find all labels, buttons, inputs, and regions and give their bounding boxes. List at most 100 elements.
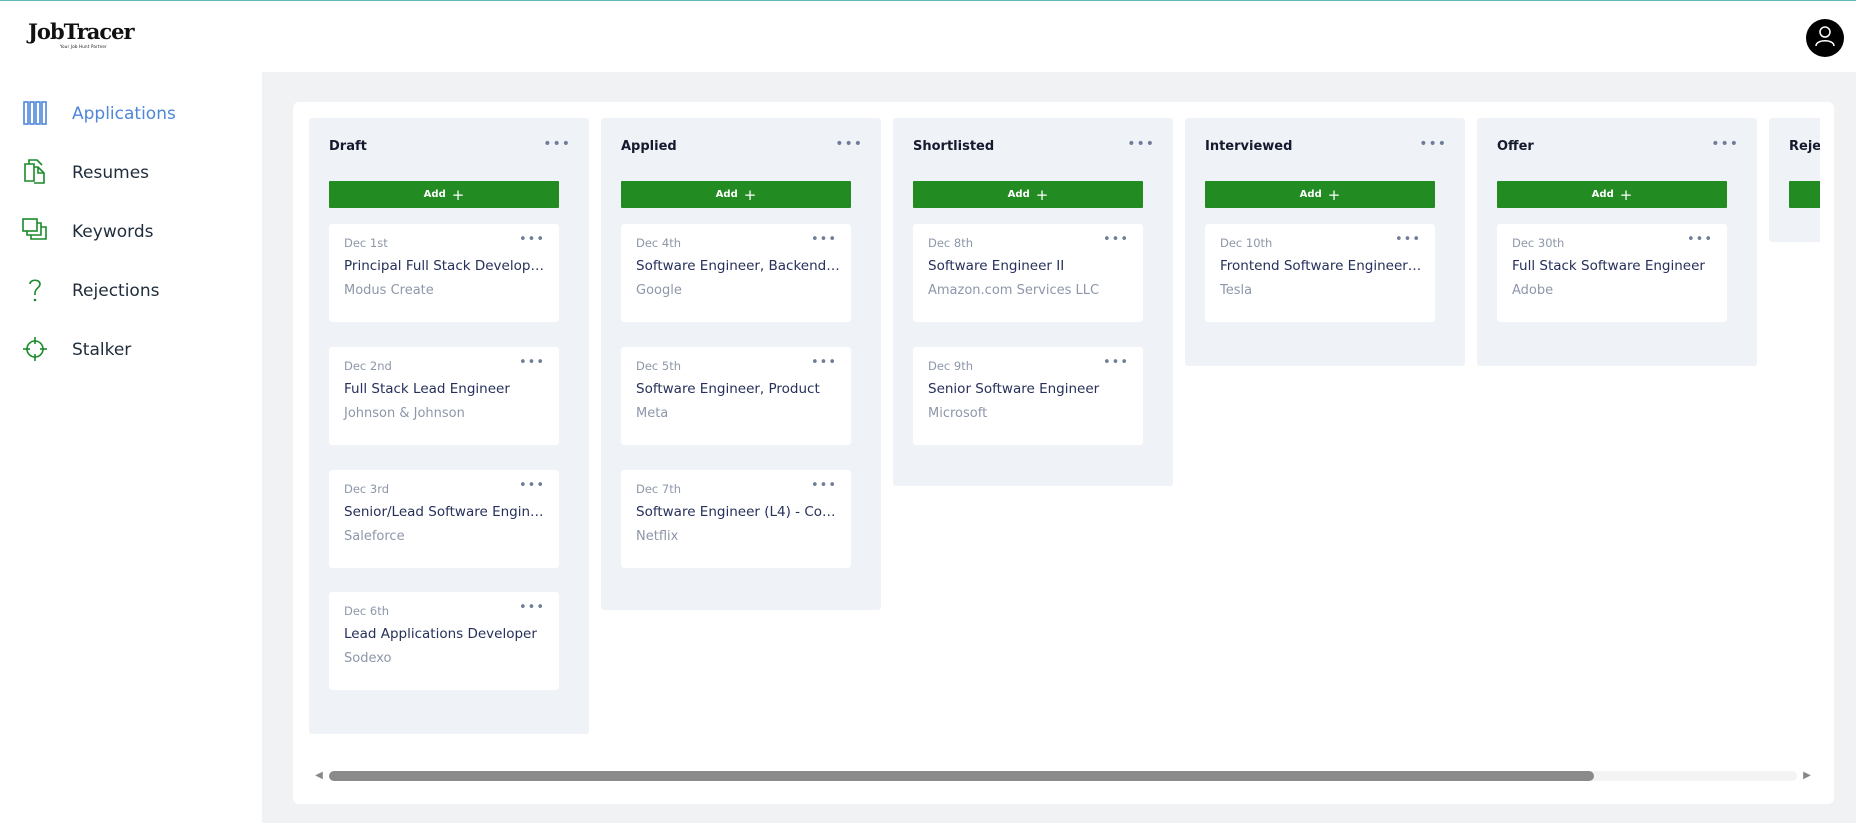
card-job-title: Software Engineer (L4) - Cons... bbox=[636, 504, 841, 520]
logo-tagline: Your Job Hunt Partner bbox=[60, 44, 107, 49]
card-job-title: Software Engineer II bbox=[928, 258, 1065, 274]
column-1: Applied ••• Add + Dec 4th Software Engineer, … bbox=[601, 118, 881, 610]
plus-icon: + bbox=[451, 185, 465, 204]
kanban-board: Draft ••• Add + Dec 1st Principal Full Stack … bbox=[293, 102, 1834, 804]
job-card[interactable]: Dec 10th Frontend Software Engineer, ... T… bbox=[1205, 224, 1435, 322]
card-company: Adobe bbox=[1512, 283, 1554, 298]
card-date: Dec 9th bbox=[928, 359, 974, 373]
crosshair-icon bbox=[22, 336, 48, 362]
sidebar-item-applications[interactable]: Applications bbox=[0, 96, 262, 155]
add-card-button[interactable]: Add + bbox=[1497, 181, 1727, 208]
card-company: Saleforce bbox=[344, 529, 405, 544]
question-icon bbox=[22, 277, 48, 303]
sidebar-item-label: Applications bbox=[72, 104, 176, 124]
card-company: Johnson & Johnson bbox=[344, 406, 465, 421]
card-menu-icon[interactable]: ••• bbox=[1395, 232, 1421, 247]
job-card[interactable]: Dec 2nd Full Stack Lead Engineer Johnson &… bbox=[329, 347, 559, 445]
card-date: Dec 3rd bbox=[344, 482, 390, 496]
job-card[interactable]: Dec 1st Principal Full Stack Developer...… bbox=[329, 224, 559, 322]
card-job-title: Software Engineer, Backend, ... bbox=[636, 258, 841, 274]
card-date: Dec 6th bbox=[344, 604, 390, 618]
add-card-button[interactable]: Add+ bbox=[1789, 181, 1820, 208]
card-job-title: Full Stack Lead Engineer bbox=[344, 381, 510, 397]
plus-icon: + bbox=[1619, 185, 1633, 204]
card-date: Dec 7th bbox=[636, 482, 682, 496]
plus-icon: + bbox=[1035, 185, 1049, 204]
card-job-title: Software Engineer, Product bbox=[636, 381, 820, 397]
card-date: Dec 4th bbox=[636, 236, 682, 250]
add-card-button[interactable]: Add + bbox=[329, 181, 559, 208]
sidebar-item-rejections[interactable]: Rejections bbox=[0, 273, 262, 332]
job-card[interactable]: Dec 8th Software Engineer II Amazon.com Se… bbox=[913, 224, 1143, 322]
card-menu-icon[interactable]: ••• bbox=[811, 232, 837, 247]
column-menu-icon[interactable]: ••• bbox=[835, 136, 863, 152]
add-card-button[interactable]: Add+ bbox=[621, 181, 851, 208]
card-menu-icon[interactable]: ••• bbox=[519, 600, 545, 615]
card-menu-icon[interactable]: ••• bbox=[811, 355, 837, 370]
column-title: Offer bbox=[1497, 139, 1534, 154]
column-menu-icon[interactable]: ••• bbox=[1419, 136, 1447, 152]
card-company: Modus Create bbox=[344, 283, 434, 298]
job-card[interactable]: Dec 9th Senior Software Engineer Microsoft… bbox=[913, 347, 1143, 445]
scroll-track[interactable] bbox=[329, 771, 1797, 781]
scroll-right-arrow-icon[interactable]: ▶ bbox=[1801, 770, 1813, 782]
card-company: Tesla bbox=[1220, 283, 1253, 298]
add-button-label: Add bbox=[423, 189, 446, 200]
column-title: Applied bbox=[621, 139, 677, 154]
job-card[interactable]: Dec 30th Full Stack Software Engineer Adob… bbox=[1497, 224, 1727, 322]
card-date: Dec 2nd bbox=[344, 359, 392, 373]
column-title: Rejec bbox=[1789, 139, 1820, 154]
job-card[interactable]: Dec 3rd Senior/Lead Software Engineer Sale… bbox=[329, 470, 559, 568]
user-icon bbox=[1814, 25, 1836, 51]
card-menu-icon[interactable]: ••• bbox=[519, 478, 545, 493]
job-card[interactable]: Dec 4th Software Engineer, Backend, ... Go… bbox=[621, 224, 851, 322]
card-menu-icon[interactable]: ••• bbox=[519, 232, 545, 247]
sidebar: JobTracer Your Job Hunt Partner Applicat… bbox=[0, 1, 262, 823]
add-button-label: Add bbox=[1299, 189, 1322, 200]
card-job-title: Lead Applications Developer bbox=[344, 626, 537, 642]
add-button-label: Add bbox=[1007, 189, 1030, 200]
card-menu-icon[interactable]: ••• bbox=[519, 355, 545, 370]
stack-icon bbox=[22, 218, 48, 244]
column-menu-icon[interactable]: ••• bbox=[1711, 136, 1739, 152]
add-button-label: Add bbox=[1591, 189, 1614, 200]
sidebar-nav: Applications Resumes Keywords Rejections… bbox=[0, 96, 262, 391]
card-company: Microsoft bbox=[928, 406, 988, 421]
column-menu-icon[interactable]: ••• bbox=[543, 136, 571, 152]
documents-icon bbox=[22, 159, 48, 185]
card-company: Meta bbox=[636, 406, 669, 421]
logo-text: JobTracer bbox=[28, 19, 135, 44]
user-avatar[interactable] bbox=[1806, 19, 1844, 57]
job-card[interactable]: Dec 6th Lead Applications Developer Sodexo… bbox=[329, 592, 559, 690]
card-menu-icon[interactable]: ••• bbox=[811, 478, 837, 493]
card-date: Dec 8th bbox=[928, 236, 974, 250]
job-card[interactable]: Dec 5th Software Engineer, Product Meta ••• bbox=[621, 347, 851, 445]
card-job-title: Senior/Lead Software Engineer bbox=[344, 504, 549, 520]
card-company: Sodexo bbox=[344, 651, 392, 666]
card-menu-icon[interactable]: ••• bbox=[1103, 232, 1129, 247]
card-menu-icon[interactable]: ••• bbox=[1687, 232, 1713, 247]
logo[interactable]: JobTracer Your Job Hunt Partner bbox=[28, 21, 138, 55]
card-company: Amazon.com Services LLC bbox=[928, 283, 1100, 298]
card-job-title: Frontend Software Engineer, ... bbox=[1220, 258, 1425, 274]
sidebar-item-resumes[interactable]: Resumes bbox=[0, 155, 262, 214]
sidebar-item-label: Keywords bbox=[72, 222, 154, 242]
board-columns: Draft ••• Add + Dec 1st Principal Full Stack … bbox=[309, 118, 1820, 738]
add-button-label: Add bbox=[715, 189, 738, 200]
add-card-button[interactable]: Add + bbox=[913, 181, 1143, 208]
horizontal-scrollbar[interactable]: ◀ ▶ bbox=[313, 770, 1813, 782]
add-card-button[interactable]: Add+ bbox=[1205, 181, 1435, 208]
sidebar-item-keywords[interactable]: Keywords bbox=[0, 214, 262, 273]
card-company: Google bbox=[636, 283, 682, 298]
sidebar-item-label: Rejections bbox=[72, 281, 160, 301]
card-job-title: Senior Software Engineer bbox=[928, 381, 1100, 397]
column-title: Interviewed bbox=[1205, 139, 1293, 154]
column-menu-icon[interactable]: ••• bbox=[1127, 136, 1155, 152]
scroll-thumb[interactable] bbox=[329, 771, 1594, 781]
columns-icon bbox=[22, 100, 48, 126]
card-menu-icon[interactable]: ••• bbox=[1103, 355, 1129, 370]
job-card[interactable]: Dec 7th Software Engineer (L4) - Cons... N… bbox=[621, 470, 851, 568]
scroll-left-arrow-icon[interactable]: ◀ bbox=[313, 770, 325, 782]
sidebar-item-stalker[interactable]: Stalker bbox=[0, 332, 262, 391]
card-date: Dec 1st bbox=[344, 236, 388, 250]
